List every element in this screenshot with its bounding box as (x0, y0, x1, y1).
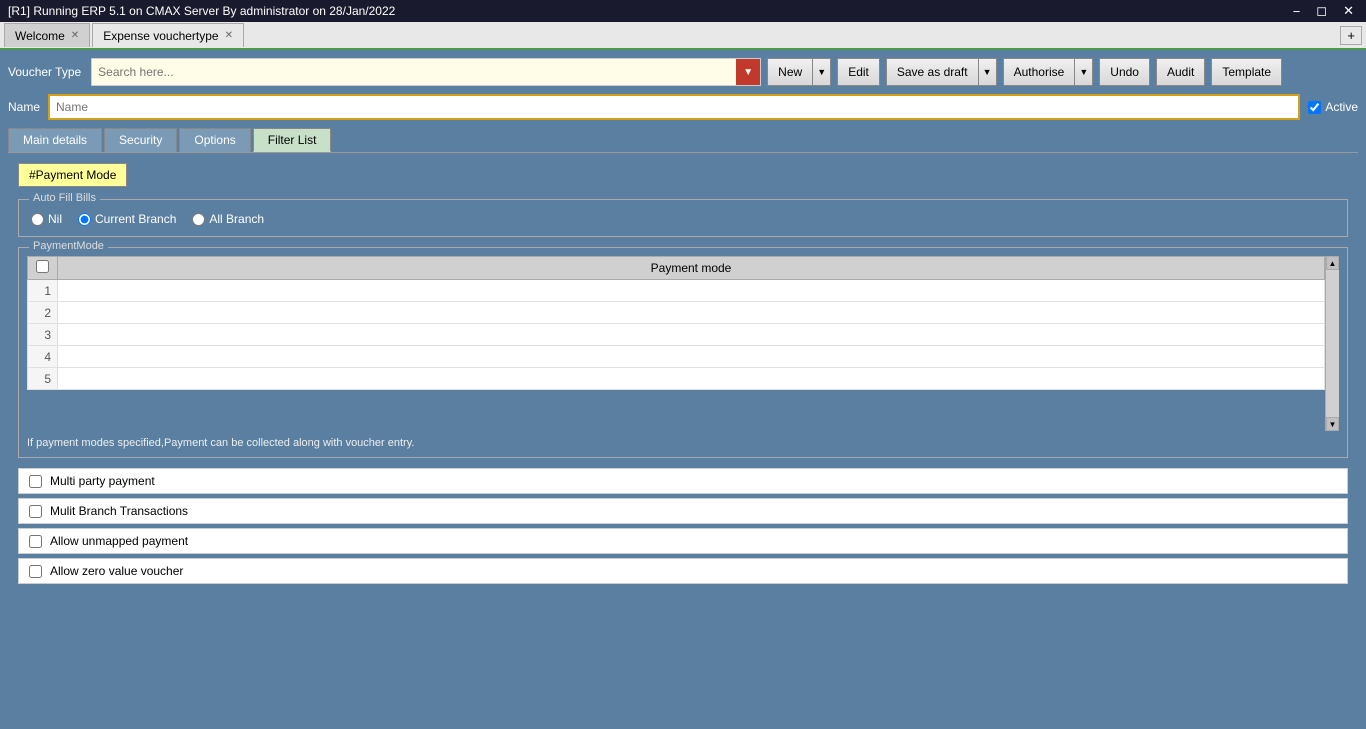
active-label: Active (1325, 100, 1358, 114)
undo-button[interactable]: Undo (1099, 58, 1150, 86)
checkbox-list: Multi party payment Mulit Branch Transac… (18, 468, 1348, 584)
checkbox-multi-party[interactable]: Multi party payment (18, 468, 1348, 494)
template-button[interactable]: Template (1211, 58, 1282, 86)
radio-nil[interactable]: Nil (31, 212, 62, 226)
tab-welcome[interactable]: Welcome ✕ (4, 23, 90, 47)
authorise-dropdown-arrow[interactable]: ▼ (1075, 58, 1093, 86)
tab-expense-vouchertype[interactable]: Expense vouchertype ✕ (92, 23, 244, 47)
radio-current-branch[interactable]: Current Branch (78, 212, 176, 226)
form-body: #Payment Mode Auto Fill Bills Nil Curren… (8, 153, 1358, 598)
tab-expense-label: Expense vouchertype (103, 29, 218, 43)
dropdown-arrow-icon[interactable]: ▼ (736, 59, 760, 85)
main-content: Voucher Type ▼ New ▼ Edit Save as draft … (0, 50, 1366, 729)
voucher-type-label: Voucher Type (8, 65, 81, 79)
payment-mode-legend: PaymentMode (29, 240, 108, 252)
payment-info-text: If payment modes specified,Payment can b… (27, 437, 1339, 449)
row-data-5[interactable] (58, 368, 1325, 390)
add-tab-button[interactable]: + (1340, 26, 1362, 45)
table-scrollbar[interactable]: ▲ ▼ (1325, 256, 1339, 431)
table-row: 5 (28, 368, 1325, 390)
checkbox-multi-branch-label: Mulit Branch Transactions (50, 504, 188, 518)
checkbox-multi-branch[interactable]: Mulit Branch Transactions (18, 498, 1348, 524)
auto-fill-radio-group: Nil Current Branch All Branch (31, 212, 1335, 226)
table-row: 4 (28, 346, 1325, 368)
payment-table-container: Payment mode 1 2 (27, 256, 1339, 431)
save-draft-button[interactable]: Save as draft (886, 58, 979, 86)
search-input[interactable] (92, 65, 736, 79)
table-header-payment-mode: Payment mode (58, 257, 1325, 280)
table-row: 1 (28, 280, 1325, 302)
table-header-checkbox (28, 257, 58, 280)
edit-button[interactable]: Edit (837, 58, 880, 86)
auto-fill-bills-legend: Auto Fill Bills (29, 192, 100, 204)
active-checkbox-label[interactable]: Active (1308, 100, 1358, 114)
authorise-button[interactable]: Authorise (1003, 58, 1076, 86)
window-controls: − ◻ ✕ (1289, 3, 1358, 19)
radio-all-branch-input[interactable] (192, 213, 205, 226)
minimize-button[interactable]: − (1289, 3, 1305, 19)
restore-button[interactable]: ◻ (1312, 3, 1331, 19)
name-label: Name (8, 100, 40, 114)
checkbox-zero-value[interactable]: Allow zero value voucher (18, 558, 1348, 584)
tab-security[interactable]: Security (104, 128, 177, 152)
row-data-1[interactable] (58, 280, 1325, 302)
new-button-group: New ▼ (767, 58, 831, 86)
checkbox-unmapped-label: Allow unmapped payment (50, 534, 188, 548)
tab-welcome-close[interactable]: ✕ (71, 30, 79, 41)
tab-welcome-label: Welcome (15, 29, 65, 43)
tab-options[interactable]: Options (179, 128, 250, 152)
tab-filter-list[interactable]: Filter List (253, 128, 332, 152)
new-button[interactable]: New (767, 58, 813, 86)
radio-current-branch-input[interactable] (78, 213, 91, 226)
tab-expense-close[interactable]: ✕ (225, 30, 233, 41)
auto-fill-bills-group: Auto Fill Bills Nil Current Branch All B… (18, 199, 1348, 237)
app-title: [R1] Running ERP 5.1 on CMAX Server By a… (8, 4, 395, 18)
scroll-down-button[interactable]: ▼ (1326, 417, 1339, 431)
close-button[interactable]: ✕ (1339, 3, 1358, 19)
form-tabs: Main details Security Options Filter Lis… (8, 128, 1358, 153)
name-input[interactable] (48, 94, 1300, 120)
radio-nil-input[interactable] (31, 213, 44, 226)
checkbox-zero-value-input[interactable] (29, 565, 42, 578)
checkbox-multi-party-input[interactable] (29, 475, 42, 488)
row-data-4[interactable] (58, 346, 1325, 368)
table-scroll[interactable]: Payment mode 1 2 (27, 256, 1339, 431)
audit-button[interactable]: Audit (1156, 58, 1205, 86)
scroll-up-button[interactable]: ▲ (1326, 256, 1339, 270)
row-num-3: 3 (28, 324, 58, 346)
checkbox-unmapped-input[interactable] (29, 535, 42, 548)
save-draft-button-group: Save as draft ▼ (886, 58, 997, 86)
tab-bar: Welcome ✕ Expense vouchertype ✕ + (0, 22, 1366, 50)
radio-all-branch[interactable]: All Branch (192, 212, 264, 226)
tab-main-details[interactable]: Main details (8, 128, 102, 152)
table-row: 3 (28, 324, 1325, 346)
table-row: 2 (28, 302, 1325, 324)
row-num-4: 4 (28, 346, 58, 368)
row-num-1: 1 (28, 280, 58, 302)
row-num-5: 5 (28, 368, 58, 390)
select-all-checkbox[interactable] (36, 260, 49, 273)
active-checkbox[interactable] (1308, 101, 1321, 114)
row-num-2: 2 (28, 302, 58, 324)
radio-all-branch-label: All Branch (209, 212, 264, 226)
payment-mode-group: PaymentMode Payment mode 1 (18, 247, 1348, 458)
authorise-button-group: Authorise ▼ (1003, 58, 1094, 86)
voucher-type-search[interactable]: ▼ (91, 58, 761, 86)
checkbox-multi-party-label: Multi party payment (50, 474, 155, 488)
radio-nil-label: Nil (48, 212, 62, 226)
row-data-3[interactable] (58, 324, 1325, 346)
row-data-2[interactable] (58, 302, 1325, 324)
toolbar: Voucher Type ▼ New ▼ Edit Save as draft … (8, 58, 1358, 86)
checkbox-multi-branch-input[interactable] (29, 505, 42, 518)
radio-current-branch-label: Current Branch (95, 212, 176, 226)
title-bar: [R1] Running ERP 5.1 on CMAX Server By a… (0, 0, 1366, 22)
checkbox-unmapped[interactable]: Allow unmapped payment (18, 528, 1348, 554)
name-row: Name Active (8, 94, 1358, 120)
save-draft-dropdown-arrow[interactable]: ▼ (979, 58, 997, 86)
payment-table: Payment mode 1 2 (27, 256, 1325, 390)
payment-mode-button[interactable]: #Payment Mode (18, 163, 127, 187)
new-dropdown-arrow[interactable]: ▼ (813, 58, 831, 86)
checkbox-zero-value-label: Allow zero value voucher (50, 564, 183, 578)
